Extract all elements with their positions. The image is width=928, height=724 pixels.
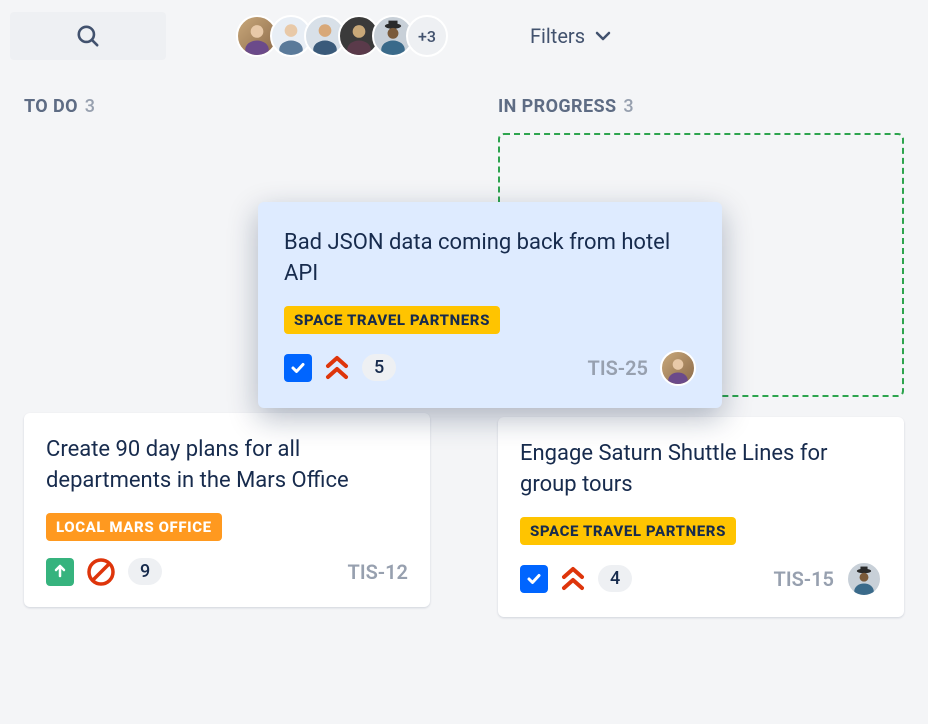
topbar: +3 Filters bbox=[0, 0, 928, 78]
epic-label[interactable]: LOCAL MARS OFFICE bbox=[46, 513, 222, 541]
search-box[interactable] bbox=[10, 12, 166, 60]
blocked-icon bbox=[86, 557, 116, 587]
column-count: 3 bbox=[85, 96, 96, 117]
issue-type-story-icon bbox=[46, 558, 74, 586]
story-points: 5 bbox=[362, 354, 396, 381]
filters-label: Filters bbox=[530, 24, 585, 48]
epic-label[interactable]: SPACE TRAVEL PARTNERS bbox=[520, 517, 736, 545]
ticket-id[interactable]: TIS-12 bbox=[348, 560, 408, 584]
card-title: Bad JSON data coming back from hotel API bbox=[284, 228, 696, 290]
epic-label[interactable]: SPACE TRAVEL PARTNERS bbox=[284, 306, 500, 334]
dragging-card[interactable]: Bad JSON data coming back from hotel API… bbox=[258, 202, 722, 408]
card[interactable]: Engage Saturn Shuttle Lines for group to… bbox=[498, 417, 904, 617]
card-footer: 4 TIS-15 bbox=[520, 561, 882, 597]
priority-highest-icon bbox=[560, 565, 586, 593]
column-header: TO DO 3 bbox=[24, 96, 430, 117]
column-title: TO DO bbox=[24, 96, 78, 117]
card-footer: 5 TIS-25 bbox=[284, 350, 696, 386]
avatars-row: +3 bbox=[236, 15, 448, 57]
card[interactable]: Create 90 day plans for all departments … bbox=[24, 413, 430, 607]
issue-type-task-icon bbox=[284, 354, 312, 382]
card-title: Engage Saturn Shuttle Lines for group to… bbox=[520, 439, 882, 501]
avatar-overflow[interactable]: +3 bbox=[406, 15, 448, 57]
card-footer: 9 TIS-12 bbox=[46, 557, 408, 587]
column-title: IN PROGRESS bbox=[498, 96, 616, 117]
assignee-avatar[interactable] bbox=[846, 561, 882, 597]
assignee-avatar[interactable] bbox=[660, 350, 696, 386]
column-header: IN PROGRESS 3 bbox=[498, 96, 904, 117]
ticket-id[interactable]: TIS-25 bbox=[588, 356, 648, 380]
card-title: Create 90 day plans for all departments … bbox=[46, 435, 408, 497]
column-count: 3 bbox=[623, 96, 634, 117]
chevron-down-icon bbox=[595, 31, 611, 41]
priority-highest-icon bbox=[324, 354, 350, 382]
story-points: 4 bbox=[598, 565, 632, 592]
story-points: 9 bbox=[128, 558, 162, 585]
issue-type-task-icon bbox=[520, 565, 548, 593]
ticket-id[interactable]: TIS-15 bbox=[774, 567, 834, 591]
filters-dropdown[interactable]: Filters bbox=[530, 24, 611, 48]
search-icon bbox=[75, 23, 101, 49]
